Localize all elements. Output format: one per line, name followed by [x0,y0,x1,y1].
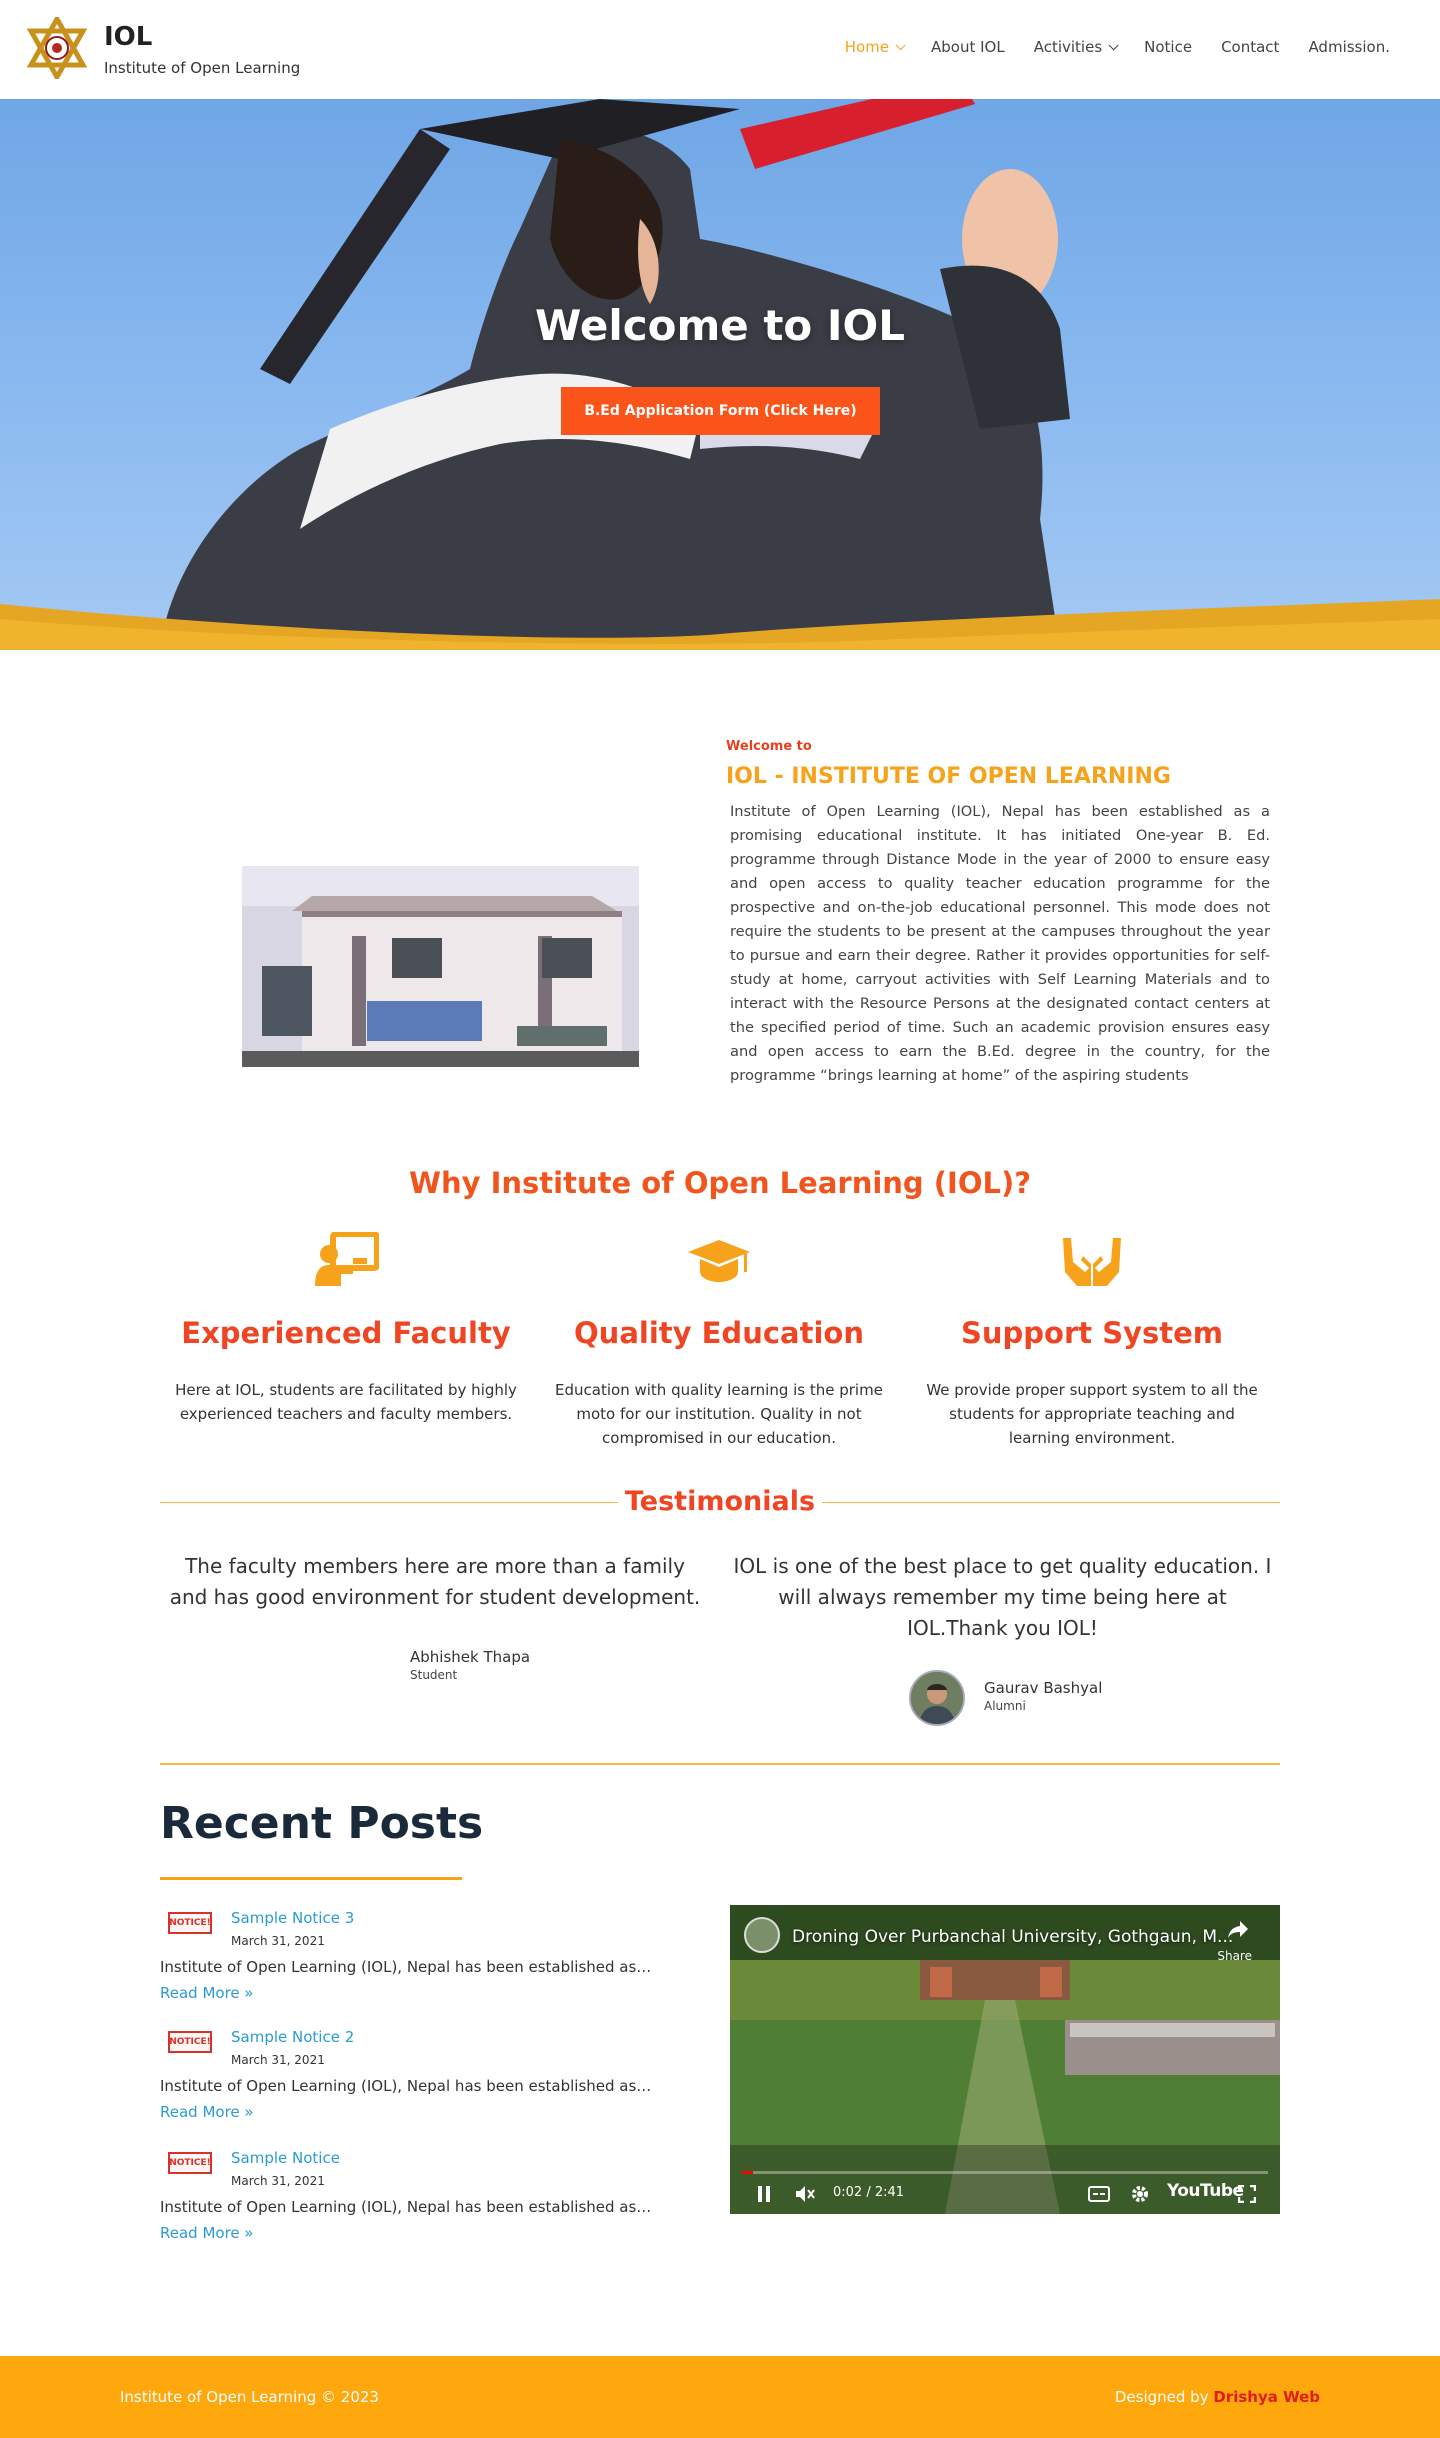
post-excerpt: Institute of Open Learning (IOL), Nepal … [160,2077,652,2095]
video-thumbnail [730,1905,1280,2214]
chevron-down-icon [895,39,906,50]
campus-building-photo [242,866,639,1067]
divider-line [160,1763,1280,1765]
video-title[interactable]: Droning Over Purbanchal University, Goth… [792,1927,1233,1947]
list-item: NOTICE! Sample Notice March 31, 2021 Ins… [160,2149,680,2252]
feature-text: We provide proper support system to all … [926,1381,1258,1447]
feature-title: Experienced Faculty [181,1316,511,1350]
nav-item-notice[interactable]: Notice [1144,38,1192,56]
fullscreen-icon[interactable] [1238,2185,1256,2203]
feature-text: Education with quality learning is the p… [555,1381,883,1447]
title-underline [160,1877,462,1880]
graduation-cap-icon [688,1240,750,1282]
feature-quality-education: Quality Education Education with quality… [539,1232,899,1450]
list-item: NOTICE! Sample Notice 2 March 31, 2021 I… [160,2028,680,2131]
feature-title: Support System [960,1316,1224,1350]
feature-experienced-faculty: Experienced Faculty Here at IOL, student… [166,1232,526,1426]
video-progress-fill [742,2171,753,2174]
nav-item-admission[interactable]: Admission. [1308,38,1390,56]
designer-credit: Designed by Drishya Web [1115,2388,1320,2406]
post-date: March 31, 2021 [231,1934,325,1948]
hero-graduate-image [0,99,1440,650]
feature-title: Quality Education [574,1316,864,1350]
teacher-board-icon [315,1232,379,1286]
testimonial-role: Alumni [984,1699,1026,1713]
share-icon[interactable] [1226,1919,1250,1939]
chevron-down-icon [1108,39,1119,50]
nav-label: Home [844,38,889,56]
application-form-button[interactable]: B.Ed Application Form (Click Here) [561,387,880,435]
video-time: 0:02 / 2:41 [833,2185,905,2200]
nav-label: Contact [1221,38,1280,56]
site-header: IOL Institute of Open Learning Home Abou… [0,0,1440,99]
copyright-text: Institute of Open Learning © 2023 [120,2388,379,2406]
pause-icon[interactable] [756,2185,772,2203]
post-title-link[interactable]: Sample Notice [231,2149,340,2167]
read-more-link[interactable]: Read More » [160,2103,254,2121]
feature-text: Here at IOL, students are facilitated by… [175,1381,517,1423]
post-date: March 31, 2021 [231,2053,325,2067]
notice-thumbnail[interactable]: NOTICE! [168,2031,212,2053]
nav-label: About IOL [930,38,1005,56]
nav-item-about[interactable]: About IOL [931,38,1005,56]
site-tagline: Institute of Open Learning [104,59,301,77]
nav-item-home[interactable]: Home [844,38,906,56]
notice-thumbnail[interactable]: NOTICE! [168,2152,212,2174]
nav-label: Admission. [1308,38,1390,56]
youtube-video-player[interactable]: Droning Over Purbanchal University, Goth… [730,1905,1280,2214]
iol-logo[interactable] [27,17,87,79]
testimonial-name: Gaurav Bashyal [984,1679,1103,1697]
main-nav: Home About IOL Activities Notice Contact… [816,38,1390,56]
captions-icon[interactable] [1088,2186,1110,2202]
testimonial-quote: IOL is one of the best place to get qual… [733,1554,1272,1640]
nav-label: Activities [1033,38,1103,56]
youtube-logo[interactable]: YouTube [1167,2181,1244,2201]
recent-posts-title: Recent Posts [160,1798,484,1849]
channel-avatar[interactable] [744,1917,780,1953]
nav-item-contact[interactable]: Contact [1221,38,1279,56]
about-heading: IOL - INSTITUTE OF OPEN LEARNING [726,764,1171,789]
post-title-link[interactable]: Sample Notice 3 [231,1909,354,1927]
feature-support-system: Support System We provide proper support… [912,1232,1272,1450]
read-more-link[interactable]: Read More » [160,2224,254,2242]
settings-gear-icon[interactable] [1130,2184,1150,2204]
share-label[interactable]: Share [1217,1949,1252,1963]
site-title[interactable]: IOL [104,22,152,52]
testimonials-title: Testimonials [624,1486,816,1517]
support-hands-icon [1063,1238,1121,1286]
nav-label: Notice [1144,38,1193,56]
post-excerpt: Institute of Open Learning (IOL), Nepal … [160,1958,652,1976]
designed-by-label: Designed by [1114,2388,1209,2406]
video-progress-bar[interactable] [742,2171,1268,2174]
avatar [909,1670,965,1726]
why-title: Why Institute of Open Learning (IOL)? [408,1166,1032,1200]
testimonial-name: Abhishek Thapa [410,1648,531,1666]
notice-thumbnail[interactable]: NOTICE! [168,1912,212,1934]
hero-title: Welcome to IOL [535,301,905,350]
mute-icon[interactable] [794,2184,816,2204]
testimonial-quote: The faculty members here are more than a… [169,1554,701,1609]
designer-link[interactable]: Drishya Web [1213,2388,1320,2406]
hero-banner: Welcome to IOL B.Ed Application Form (Cl… [0,99,1440,650]
site-footer: Institute of Open Learning © 2023 Design… [0,2356,1440,2438]
testimonial-role: Student [410,1668,458,1682]
read-more-link[interactable]: Read More » [160,1984,254,2002]
post-title-link[interactable]: Sample Notice 2 [231,2028,354,2046]
about-paragraph: Institute of Open Learning (IOL), Nepal … [730,803,1270,1084]
post-date: March 31, 2021 [231,2174,325,2188]
post-excerpt: Institute of Open Learning (IOL), Nepal … [160,2198,652,2216]
list-item: NOTICE! Sample Notice 3 March 31, 2021 I… [160,1909,680,2012]
about-kicker: Welcome to [726,739,812,754]
nav-item-activities[interactable]: Activities [1033,38,1119,56]
